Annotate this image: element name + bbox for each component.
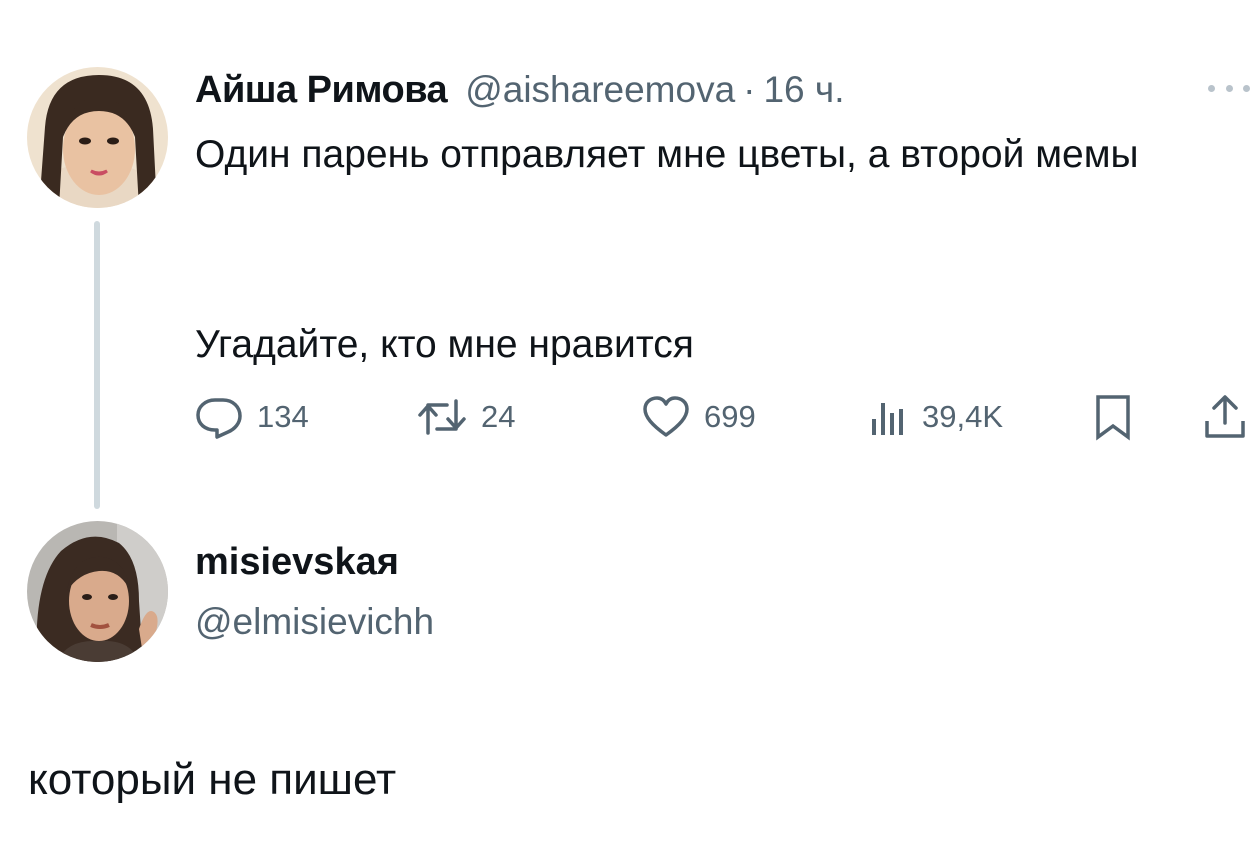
- retweet-count: 24: [481, 399, 516, 434]
- reply-icon: [196, 398, 242, 439]
- reply-author-name[interactable]: misievskaя: [195, 541, 399, 584]
- avatar-misievskaya-image: [27, 521, 168, 662]
- reply-count: 134: [257, 399, 309, 434]
- avatar-aisha[interactable]: [27, 67, 168, 208]
- author-name[interactable]: Айша Римова: [195, 69, 448, 112]
- more-icon[interactable]: [1208, 78, 1250, 98]
- bookmark-button[interactable]: [1093, 392, 1133, 442]
- share-icon: [1205, 395, 1245, 438]
- views-count: 39,4K: [922, 399, 1004, 434]
- reply-text: который не пишет: [28, 755, 397, 804]
- like-button[interactable]: 699: [642, 392, 756, 442]
- tweet-time[interactable]: 16 ч.: [763, 69, 844, 111]
- reply-author-handle[interactable]: @elmisievichh: [195, 601, 434, 643]
- like-count: 699: [704, 399, 756, 434]
- reply-button[interactable]: 134: [195, 392, 309, 442]
- retweet-icon: [418, 399, 466, 435]
- separator-dot: ·: [743, 69, 756, 110]
- avatar-misievskaya[interactable]: [27, 521, 168, 662]
- retweet-button[interactable]: 24: [417, 392, 515, 442]
- heart-icon: [643, 396, 689, 437]
- share-button[interactable]: [1203, 392, 1247, 442]
- tweet-actions: 134 24 699 39,4K: [195, 392, 1255, 442]
- views-icon: [872, 403, 903, 435]
- tweet-text-line2: Угадайте, кто мне нравится: [195, 323, 694, 366]
- avatar-aisha-image: [27, 67, 168, 208]
- tweet-header: Айша Римова @aishareemova · 16 ч.: [195, 66, 844, 114]
- views-button[interactable]: 39,4K: [868, 392, 1003, 442]
- bookmark-icon: [1096, 395, 1130, 441]
- author-handle[interactable]: @aishareemova: [465, 69, 735, 111]
- thread-line: [94, 221, 100, 509]
- tweet-text-line1: Один парень отправляет мне цветы, а втор…: [195, 133, 1139, 176]
